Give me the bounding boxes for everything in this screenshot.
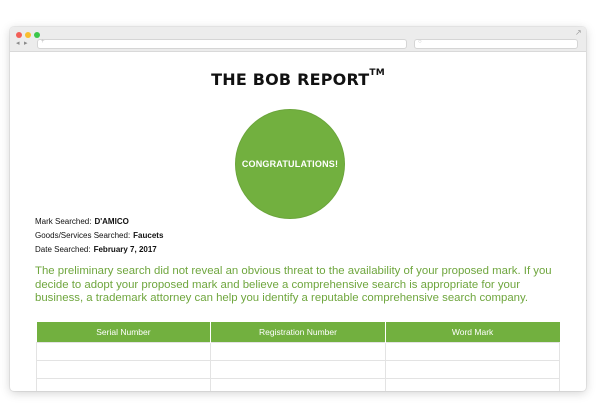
registration-number-header: Registration Number (210, 322, 386, 343)
browser-toolbar: ◂ ▸ + ○ ↗ (10, 27, 586, 52)
search-result-message: The preliminary search did not reveal an… (35, 265, 552, 304)
browser-window: ◂ ▸ + ○ ↗ THE BOB REPORTTM CONGRATULATIO… (10, 27, 586, 391)
badge-label: CONGRATULATIONS! (241, 159, 339, 169)
goods-services-label: Goods/Services Searched: (35, 231, 131, 240)
table-cell (384, 378, 561, 391)
fullscreen-icon[interactable]: ↗ (575, 29, 582, 37)
goods-services-value: Faucets (133, 231, 164, 240)
browser-search-field[interactable]: ○ (414, 39, 578, 49)
word-mark-header: Word Mark (384, 322, 560, 343)
results-table: Serial Number Registration Number Word M… (35, 322, 561, 391)
table-row (35, 342, 561, 361)
address-bar[interactable]: + (37, 39, 407, 49)
table-row (35, 378, 561, 391)
table-cell (210, 342, 386, 361)
close-window-button[interactable] (16, 32, 22, 38)
table-cell (384, 360, 561, 379)
table-header-row: Serial Number Registration Number Word M… (36, 322, 560, 343)
back-arrow-icon[interactable]: ◂ (16, 40, 20, 47)
search-icon: ○ (418, 39, 422, 45)
report-title: THE BOB REPORTTM (10, 68, 586, 89)
table-cell (210, 378, 386, 391)
date-searched-row: Date Searched: February 7, 2017 (35, 245, 157, 254)
mark-searched-row: Mark Searched: D'AMICO (35, 217, 129, 226)
maximize-window-button[interactable] (34, 32, 40, 38)
table-cell (210, 360, 386, 379)
page-content: THE BOB REPORTTM CONGRATULATIONS! Mark S… (10, 52, 586, 391)
mark-searched-label: Mark Searched: (35, 217, 92, 226)
mark-searched-value: D'AMICO (94, 217, 129, 226)
date-searched-value: February 7, 2017 (93, 245, 157, 254)
trademark-symbol: TM (369, 68, 385, 78)
table-cell (384, 342, 561, 361)
date-searched-label: Date Searched: (35, 245, 91, 254)
add-tab-icon: + (41, 39, 45, 45)
goods-services-row: Goods/Services Searched: Faucets (35, 231, 163, 240)
congratulations-badge: CONGRATULATIONS! (235, 109, 345, 219)
forward-arrow-icon[interactable]: ▸ (24, 40, 28, 47)
table-cell (35, 342, 212, 361)
report-title-text: THE BOB REPORT (211, 70, 370, 89)
table-cell (35, 378, 212, 391)
minimize-window-button[interactable] (25, 32, 31, 38)
table-row (35, 360, 561, 379)
serial-number-header: Serial Number (36, 322, 211, 343)
table-cell (35, 360, 212, 379)
